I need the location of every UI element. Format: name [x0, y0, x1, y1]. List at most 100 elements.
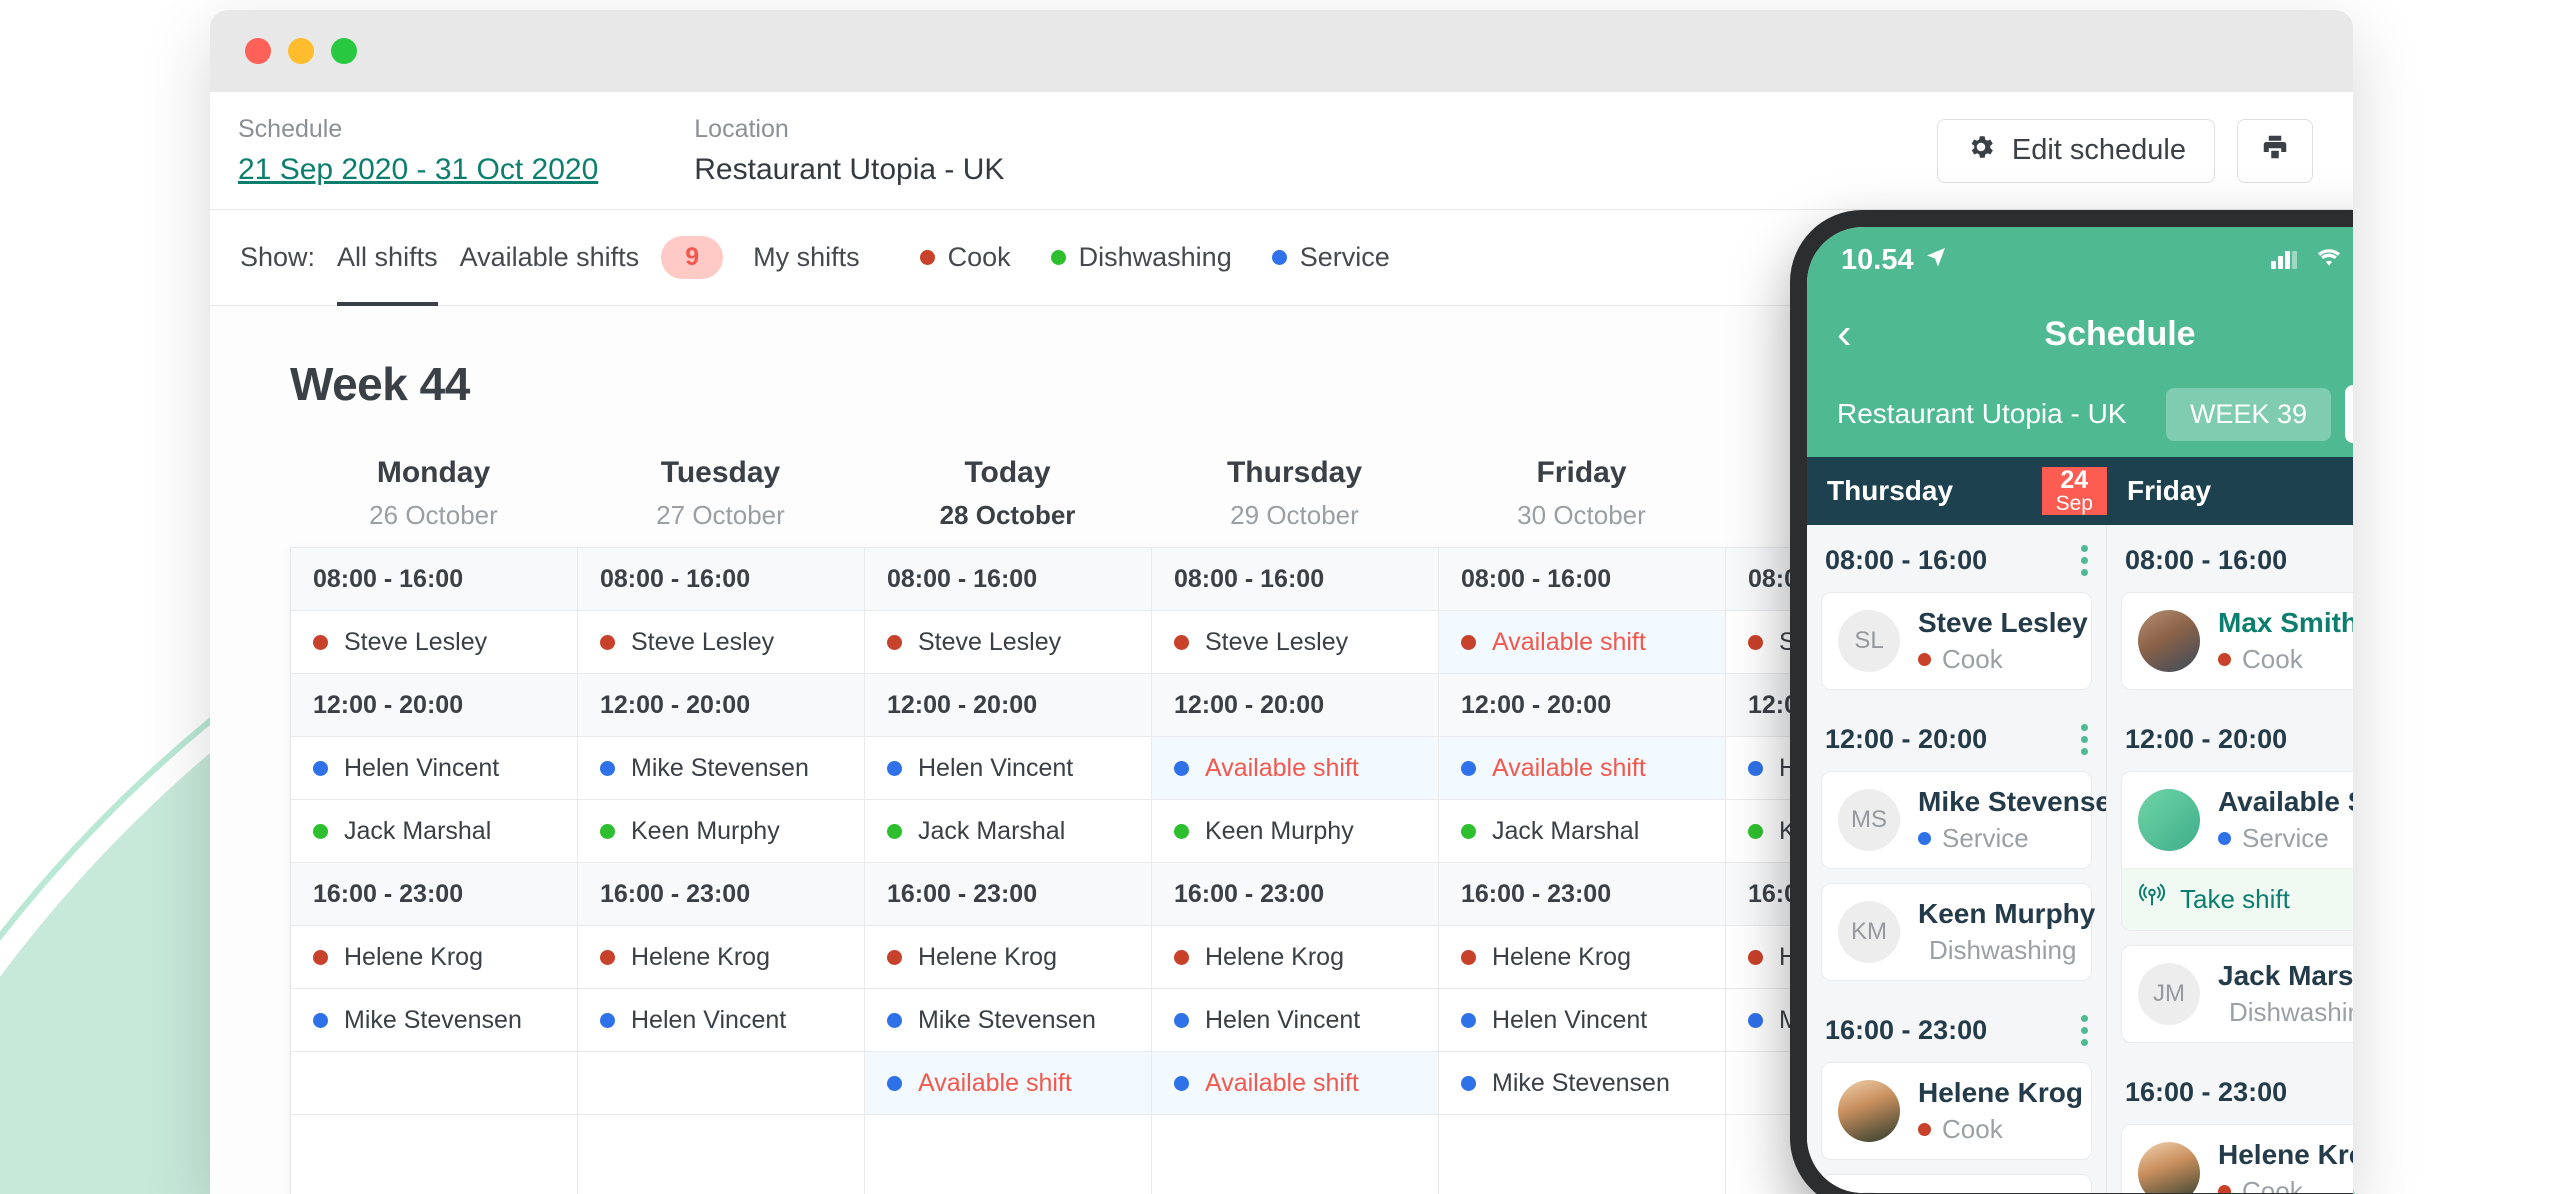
role-color-dot: [313, 760, 328, 776]
assigned-shift-cell[interactable]: Jack Marshal: [291, 799, 578, 862]
edit-schedule-button[interactable]: Edit schedule: [1936, 118, 2215, 183]
phone-shift-card[interactable]: HV Helen VincentService: [1821, 1174, 2103, 1193]
avatar: HV: [1838, 1192, 1900, 1193]
phone-employee-name: Jack Marshal: [2218, 960, 2353, 991]
phone-shift-card[interactable]: Helene Krog Cook: [1821, 1062, 2092, 1160]
phone-role-row: Dishwashing: [1918, 935, 2076, 966]
assigned-shift-cell[interactable]: Helen Vincent: [578, 988, 865, 1051]
phone-slot-menu-button[interactable]: [2081, 1015, 2088, 1046]
assigned-shift-cell[interactable]: Jack Marshal: [1439, 799, 1726, 862]
empty-shift-cell: [291, 1114, 578, 1194]
assigned-shift-cell[interactable]: Helene Krog: [1439, 925, 1726, 988]
phone-day-column: 08:00 - 16:00 SL Steve Lesley Cook 12:00 - 2…: [1807, 525, 2107, 1193]
available-shift-cell[interactable]: Available shift: [1152, 1051, 1439, 1114]
available-shifts-count-badge: 9: [661, 236, 724, 279]
available-shift-cell[interactable]: Available shift: [1439, 736, 1726, 799]
shift-time-cell: 08:00 - 16:00: [1152, 547, 1439, 610]
phone-day-header-friday[interactable]: Friday 25Sep: [2107, 457, 2353, 525]
printer-icon: [2260, 132, 2290, 170]
employee-name: Mike Stevensen: [631, 753, 809, 782]
phone-week-pill[interactable]: WEEK 39: [2165, 387, 2331, 441]
phone-role-label: Service: [2242, 823, 2329, 853]
employee-name: Jack Marshal: [344, 816, 492, 845]
phone-shift-card[interactable]: JM Jack Marshal Dishwashing: [2121, 945, 2353, 1043]
assigned-shift-cell[interactable]: Helene Krog: [865, 925, 1152, 988]
assigned-shift-cell[interactable]: Helen Vincent: [291, 736, 578, 799]
phone-shift-card[interactable]: KM Keen Murphy Dishwashing: [1821, 883, 2095, 981]
role-color-dot: [1918, 653, 1931, 666]
window-maximize-button[interactable]: [331, 38, 357, 64]
phone-slot-menu-button[interactable]: [2081, 545, 2088, 576]
available-shift-cell[interactable]: Available shift: [1152, 736, 1439, 799]
day-header-tuesday: Tuesday 27 October: [577, 456, 864, 531]
assigned-shift-cell[interactable]: Helene Krog: [578, 925, 865, 988]
phone-shift-card[interactable]: MS Mike Stevensen Service: [1821, 771, 2106, 869]
available-shift-cell[interactable]: Available shift: [865, 1051, 1152, 1114]
assigned-shift-cell[interactable]: Mike Stevensen: [578, 736, 865, 799]
assigned-shift-cell[interactable]: Mike Stevensen: [1439, 1051, 1726, 1114]
assigned-shift-cell[interactable]: Mike Stevensen: [865, 988, 1152, 1051]
take-shift-button[interactable]: Take shift: [2121, 868, 2353, 931]
phone-nav-bar: ‹ Schedule Restaurant Utopia - UK WEEK 3…: [1807, 293, 2353, 457]
filter-tab-all-shifts-label: All shifts: [337, 242, 438, 272]
shift-time-cell: 08:00 - 16:00: [578, 547, 865, 610]
filter-tab-available-shifts[interactable]: Available shifts: [460, 210, 640, 306]
location-label: Location: [694, 114, 789, 143]
phone-day-header-thursday[interactable]: Thursday 24 Sep: [1807, 457, 2107, 525]
schedule-daterange-link[interactable]: 21 Sep 2020 - 31 Oct 2020: [238, 153, 598, 187]
service-color-swatch: [1271, 250, 1287, 265]
employee-name: Helen Vincent: [918, 753, 1074, 782]
phone-slot-header: 16:00 - 23:00: [1807, 995, 2106, 1062]
phone-employee-name: Steve Lesley: [1918, 607, 2088, 638]
phone-card-text: Jack Marshal Dishwashing: [2218, 960, 2353, 1028]
phone-role-row: Cook: [2218, 644, 2353, 675]
assigned-shift-cell[interactable]: Helen Vincent: [1439, 988, 1726, 1051]
assigned-shift-cell[interactable]: Helene Krog: [1152, 925, 1439, 988]
assigned-shift-cell[interactable]: Steve Lesley: [291, 610, 578, 673]
employee-name: Helene Krog: [344, 942, 483, 971]
assigned-shift-cell[interactable]: Keen Murphy: [1152, 799, 1439, 862]
window-close-button[interactable]: [245, 38, 271, 64]
phone-card-text: Max Smith Cook: [2218, 607, 2353, 675]
shift-time-cell: 16:00 - 23:00: [1439, 862, 1726, 925]
day-name: Friday: [1536, 456, 1627, 489]
cook-color-swatch: [919, 250, 935, 265]
phone-available-shift-card[interactable]: Available Shift Service: [2121, 771, 2353, 868]
phone-slot-menu-button[interactable]: [2081, 724, 2088, 755]
assigned-shift-cell[interactable]: Steve Lesley: [865, 610, 1152, 673]
role-color-dot: [887, 760, 902, 776]
assigned-shift-cell[interactable]: Helene Krog: [291, 925, 578, 988]
assigned-shift-cell[interactable]: Keen Murphy: [578, 799, 865, 862]
cellular-signal-icon: [2271, 244, 2301, 277]
day-name: Monday: [376, 456, 491, 489]
edit-schedule-label: Edit schedule: [2011, 134, 2186, 166]
legend-item-dishwashing[interactable]: Dishwashing: [1050, 242, 1232, 273]
phone-shift-card[interactable]: Max Smith Cook: [2121, 592, 2353, 690]
role-color-dot: [1748, 949, 1763, 965]
role-color-dot: [1461, 634, 1476, 650]
legend-item-service[interactable]: Service: [1271, 242, 1390, 273]
filter-tab-my-shifts[interactable]: My shifts: [753, 210, 860, 306]
filter-tab-all-shifts[interactable]: All shifts: [337, 210, 438, 306]
assigned-shift-cell[interactable]: Steve Lesley: [1152, 610, 1439, 673]
day-date: 27 October: [656, 500, 785, 530]
role-color-dot: [600, 760, 615, 776]
assigned-shift-cell[interactable]: Mike Stevensen: [291, 988, 578, 1051]
phone-shift-card[interactable]: SL Steve Lesley Cook: [1821, 592, 2092, 690]
phone-shift-card[interactable]: Helene Krog Cook: [2121, 1124, 2353, 1193]
available-shift-cell[interactable]: Available shift: [1439, 610, 1726, 673]
assigned-shift-cell[interactable]: Helen Vincent: [1152, 988, 1439, 1051]
assigned-shift-cell[interactable]: Steve Lesley: [578, 610, 865, 673]
role-color-dot: [1174, 634, 1189, 650]
window-minimize-button[interactable]: [288, 38, 314, 64]
day-name: Today: [964, 456, 1051, 489]
assigned-shift-cell[interactable]: Jack Marshal: [865, 799, 1152, 862]
print-button[interactable]: [2237, 118, 2313, 183]
assigned-shift-cell[interactable]: Helen Vincent: [865, 736, 1152, 799]
phone-next-week-button[interactable]: [2345, 385, 2353, 443]
day-date: 29 October: [1230, 500, 1359, 530]
legend-item-cook[interactable]: Cook: [919, 242, 1011, 273]
phone-role-label: Dishwashing: [2229, 997, 2353, 1027]
phone-status-bar: 10.54: [1807, 227, 2353, 293]
shift-time-cell: 12:00 - 20:00: [1152, 673, 1439, 736]
